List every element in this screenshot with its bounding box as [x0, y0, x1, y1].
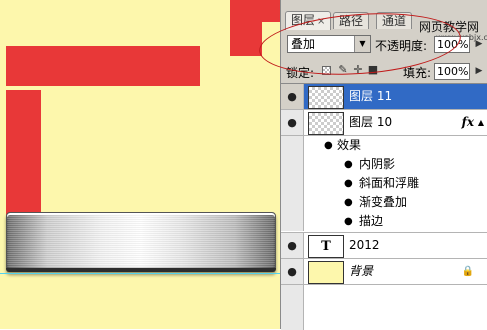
- eye-cell-blank: [281, 174, 304, 193]
- eye-icon[interactable]: ●: [281, 259, 304, 284]
- tab-layers-label: 图层: [291, 13, 316, 27]
- layer-row-layer11[interactable]: ● 图层 11: [281, 84, 487, 110]
- eye-cell-blank: [281, 212, 304, 231]
- text-layer-thumbnail: T: [308, 235, 344, 258]
- effect-label: 渐变叠加: [359, 195, 408, 209]
- effect-label: 斜面和浮雕: [359, 176, 420, 190]
- background-thumbnail: [308, 261, 344, 284]
- effects-header-row: ● 效果: [281, 136, 487, 155]
- fill-input[interactable]: 100%: [434, 63, 470, 80]
- eye-icon[interactable]: ●: [344, 155, 353, 174]
- layer-row-2012[interactable]: ● T 2012: [281, 233, 487, 259]
- red-shape-top: [230, 0, 262, 56]
- brushed-metal-plate: [6, 212, 276, 272]
- eye-icon[interactable]: ●: [281, 84, 304, 109]
- red-shape-top-right: [262, 0, 280, 22]
- opacity-label: 不透明度:: [375, 39, 428, 53]
- eye-icon[interactable]: ●: [344, 174, 353, 193]
- lock-transparency-icon[interactable]: [322, 66, 331, 75]
- fx-icon[interactable]: fx: [462, 110, 474, 135]
- layer-thumbnail: [308, 86, 344, 109]
- effects-header-label: 效果: [337, 138, 362, 152]
- tab-layers[interactable]: 图层 ×: [285, 11, 332, 30]
- tab-paths[interactable]: 路径: [333, 12, 370, 29]
- blend-opacity-row: 叠加 ▼ 不透明度: 100% ▶: [281, 32, 487, 58]
- eye-icon[interactable]: ●: [344, 212, 353, 231]
- eye-column-filler: [281, 285, 304, 330]
- eye-icon[interactable]: ●: [324, 136, 333, 155]
- plate-shadow: [6, 268, 276, 272]
- layers-panel: 图层× 路径 通道 网页教学网 www.webjx.com 叠加 ▼ 不透明度:…: [257, 0, 487, 330]
- lock-icon: 🔒: [461, 266, 474, 277]
- layer-name: 图层 10: [349, 115, 393, 129]
- opacity-input[interactable]: 100%: [434, 36, 470, 53]
- red-shape-vertical: [6, 90, 41, 220]
- eye-icon[interactable]: ●: [281, 110, 304, 135]
- lock-fill-row: 锁定: ✎ ✛ ■ 填充: 100% ▶: [281, 60, 487, 82]
- layer-row-layer10[interactable]: ● 图层 10 fx ▲: [281, 110, 487, 136]
- lock-pixels-brush-icon[interactable]: ✎: [337, 64, 349, 76]
- chevron-down-icon[interactable]: ▼: [354, 36, 370, 52]
- guide-line: [0, 273, 280, 274]
- eye-cell-blank: [281, 193, 304, 212]
- tab-channels-label: 通道: [382, 14, 407, 28]
- close-icon[interactable]: ×: [317, 16, 325, 27]
- blend-mode-value: 叠加: [291, 37, 316, 51]
- lock-label: 锁定:: [286, 66, 315, 80]
- tab-paths-label: 路径: [339, 14, 364, 28]
- effect-row-inner-shadow[interactable]: ● 内阴影: [281, 155, 487, 174]
- panel-tabs: 图层× 路径 通道 网页教学网 www.webjx.com: [281, 10, 487, 42]
- layer-name: 图层 11: [349, 89, 393, 103]
- lock-all-icon[interactable]: ■: [367, 64, 379, 76]
- effect-row-stroke[interactable]: ● 描边: [281, 212, 487, 233]
- expand-effects-icon[interactable]: ▲: [478, 110, 484, 135]
- layer-name: 2012: [349, 238, 380, 252]
- red-shape-horizontal: [6, 46, 200, 86]
- opacity-slider-arrow-icon[interactable]: ▶: [473, 36, 485, 53]
- effect-row-gradient-overlay[interactable]: ● 渐变叠加: [281, 193, 487, 212]
- effect-label: 内阴影: [359, 157, 396, 171]
- tab-channels[interactable]: 通道: [376, 12, 413, 29]
- blend-mode-select[interactable]: 叠加 ▼: [287, 35, 371, 53]
- layer-thumbnail: [308, 112, 344, 135]
- document-canvas[interactable]: [0, 0, 280, 329]
- layers-list: ● 图层 11 ● 图层 10 fx ▲ ● 效果 ● 内阴影 ● 斜面和浮雕: [281, 83, 487, 330]
- lock-position-move-icon[interactable]: ✛: [352, 64, 364, 76]
- layer-row-background[interactable]: ● 背景 🔒: [281, 259, 487, 285]
- fill-label: 填充:: [403, 66, 432, 80]
- effect-row-bevel-emboss[interactable]: ● 斜面和浮雕: [281, 174, 487, 193]
- eye-icon[interactable]: ●: [344, 193, 353, 212]
- eye-cell-blank: [281, 136, 304, 155]
- eye-icon[interactable]: ●: [281, 233, 304, 258]
- fill-slider-arrow-icon[interactable]: ▶: [473, 63, 485, 80]
- eye-cell-blank: [281, 155, 304, 174]
- effect-label: 描边: [359, 214, 384, 228]
- layer-name: 背景: [349, 264, 374, 278]
